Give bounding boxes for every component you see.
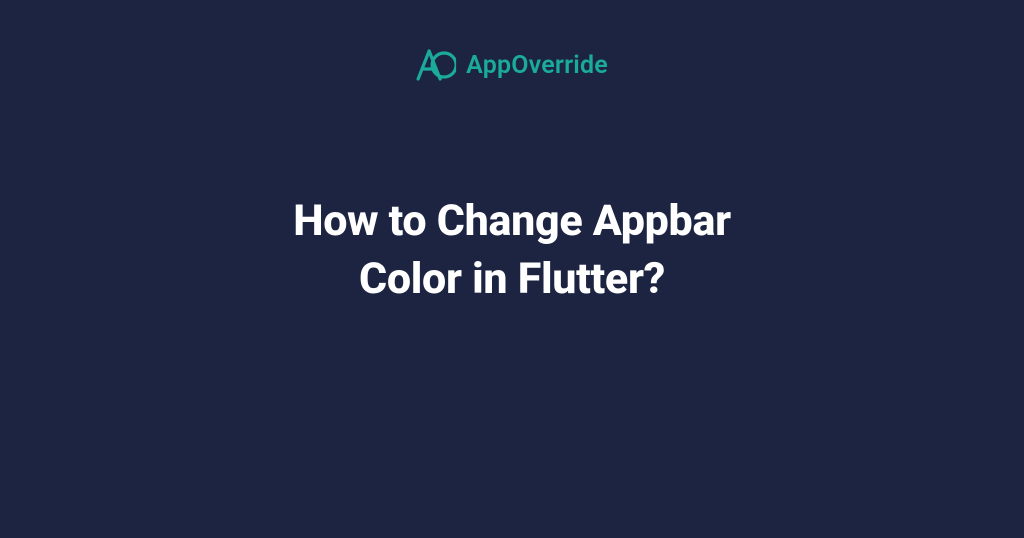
brand-name: AppOverride — [466, 51, 608, 80]
page-title: How to Change AppbarColor in Flutter? — [0, 192, 1024, 308]
logo-container: AppOverride — [416, 48, 608, 82]
brand-logo-icon — [416, 48, 456, 82]
